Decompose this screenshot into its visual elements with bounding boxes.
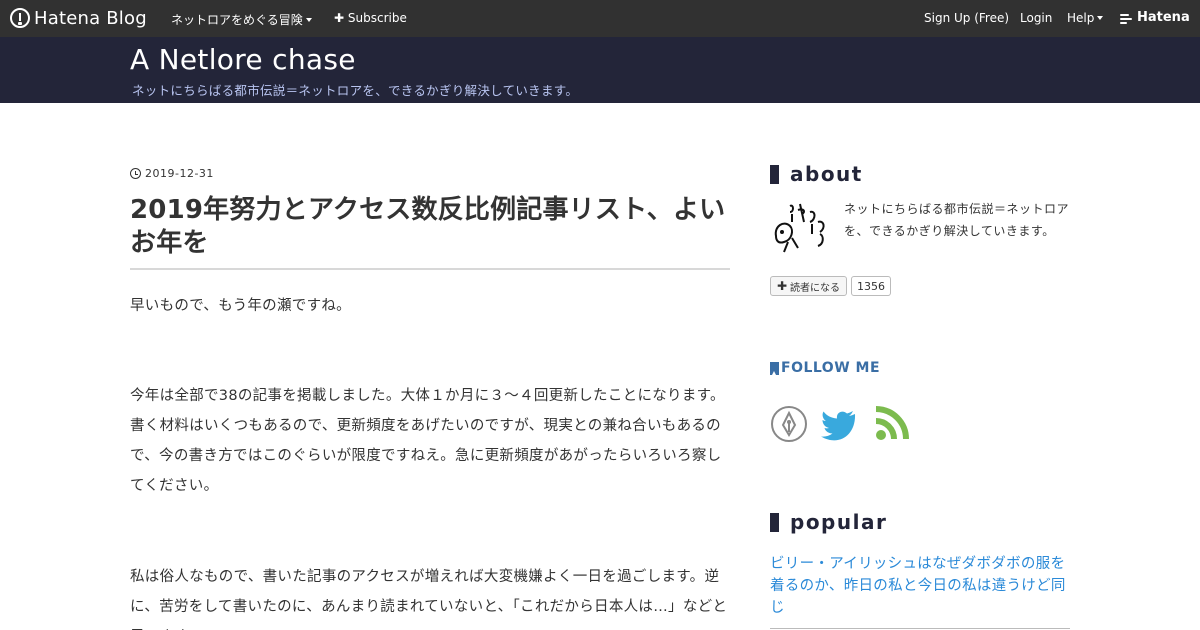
- login-link[interactable]: Login: [1020, 11, 1052, 25]
- caret-down-icon: [1097, 16, 1104, 20]
- entry-paragraph: 早いもので、もう年の瀬ですね。: [130, 298, 351, 314]
- hatena-blog-logo[interactable]: Hatena Blog: [10, 7, 147, 29]
- popular-divider: [770, 628, 1070, 629]
- blog-menu[interactable]: ネットロアをめぐる冒険: [171, 11, 312, 28]
- entry-title-divider: [130, 268, 730, 270]
- follow-heading-text: FOLLOW ME: [781, 360, 881, 376]
- plus-icon: ✚: [334, 11, 345, 25]
- popular-entry-link[interactable]: ビリー・アイリッシュはなぜダボダボの服を着るのか、昨日の私と今日の私は違うけど同…: [770, 553, 1072, 619]
- hatena-pen-icon[interactable]: [770, 405, 808, 443]
- login-label: Login: [1020, 11, 1053, 25]
- subscriber-count: 1356: [851, 276, 891, 296]
- about-heading-text: about: [790, 162, 863, 186]
- hatena-brand-text: Hatena: [1137, 10, 1190, 25]
- help-menu[interactable]: Help: [1067, 11, 1104, 25]
- avatar[interactable]: [770, 198, 830, 258]
- subscribe-menu[interactable]: ✚ Subscribe: [334, 11, 407, 25]
- hatena-logo-icon: [10, 8, 30, 28]
- entry-title[interactable]: 2019年努力とアクセス数反比例記事リスト、よいお年を: [130, 194, 730, 260]
- follow-heading: FOLLOW ME: [770, 360, 880, 376]
- heading-bar: [770, 164, 779, 184]
- blog-description: ネットにちらばる都市伝説＝ネットロアを、できるかぎり解決していきます。: [132, 83, 579, 98]
- hatena-lines-icon: [1120, 13, 1134, 24]
- signup-label: Sign Up (Free): [924, 11, 1010, 25]
- help-label: Help: [1067, 11, 1095, 25]
- entry-paragraph: 私は俗人なもので、書いた記事のアクセスが増えれば大変機嫌よく一日を過ごします。逆…: [130, 569, 728, 630]
- entry-paragraph: 今年は全部で38の記事を掲載しました。大体１か月に３～４回更新したことになります…: [130, 388, 725, 494]
- entry-date-text: 2019-12-31: [145, 167, 214, 180]
- signup-link[interactable]: Sign Up (Free): [924, 11, 1009, 25]
- about-heading: about: [770, 162, 863, 186]
- rss-icon[interactable]: [872, 405, 910, 443]
- about-description: ネットにちらばる都市伝説＝ネットロアを、できるかぎり解決していきます。: [844, 202, 1070, 238]
- popular-heading: popular: [770, 510, 887, 534]
- bookmark-icon: [770, 361, 779, 375]
- hatena-brand-link[interactable]: Hatena: [1120, 10, 1190, 25]
- entry-date[interactable]: 2019-12-31: [130, 167, 214, 180]
- caret-down-icon: [305, 18, 312, 22]
- clock-icon: [130, 168, 141, 179]
- heading-bar: [770, 512, 779, 532]
- subscribe-button[interactable]: ✚ 読者になる: [770, 276, 847, 296]
- global-header: Hatena Blog ネットロアをめぐる冒険 ✚ Subscribe Sign…: [0, 0, 1200, 37]
- plus-icon: ✚: [776, 279, 788, 293]
- blog-menu-label: ネットロアをめぐる冒険: [171, 13, 303, 27]
- twitter-icon[interactable]: [820, 405, 858, 443]
- blog-title-box: A Netlore chase ネットにちらばる都市伝説＝ネットロアを、できるか…: [0, 37, 1200, 103]
- subscribe-button-label: 読者になる: [790, 282, 841, 294]
- popular-heading-text: popular: [790, 510, 888, 534]
- logo-text: Hatena Blog: [34, 7, 147, 29]
- subscribe-menu-label: Subscribe: [347, 11, 407, 25]
- blog-title[interactable]: A Netlore chase: [130, 43, 356, 76]
